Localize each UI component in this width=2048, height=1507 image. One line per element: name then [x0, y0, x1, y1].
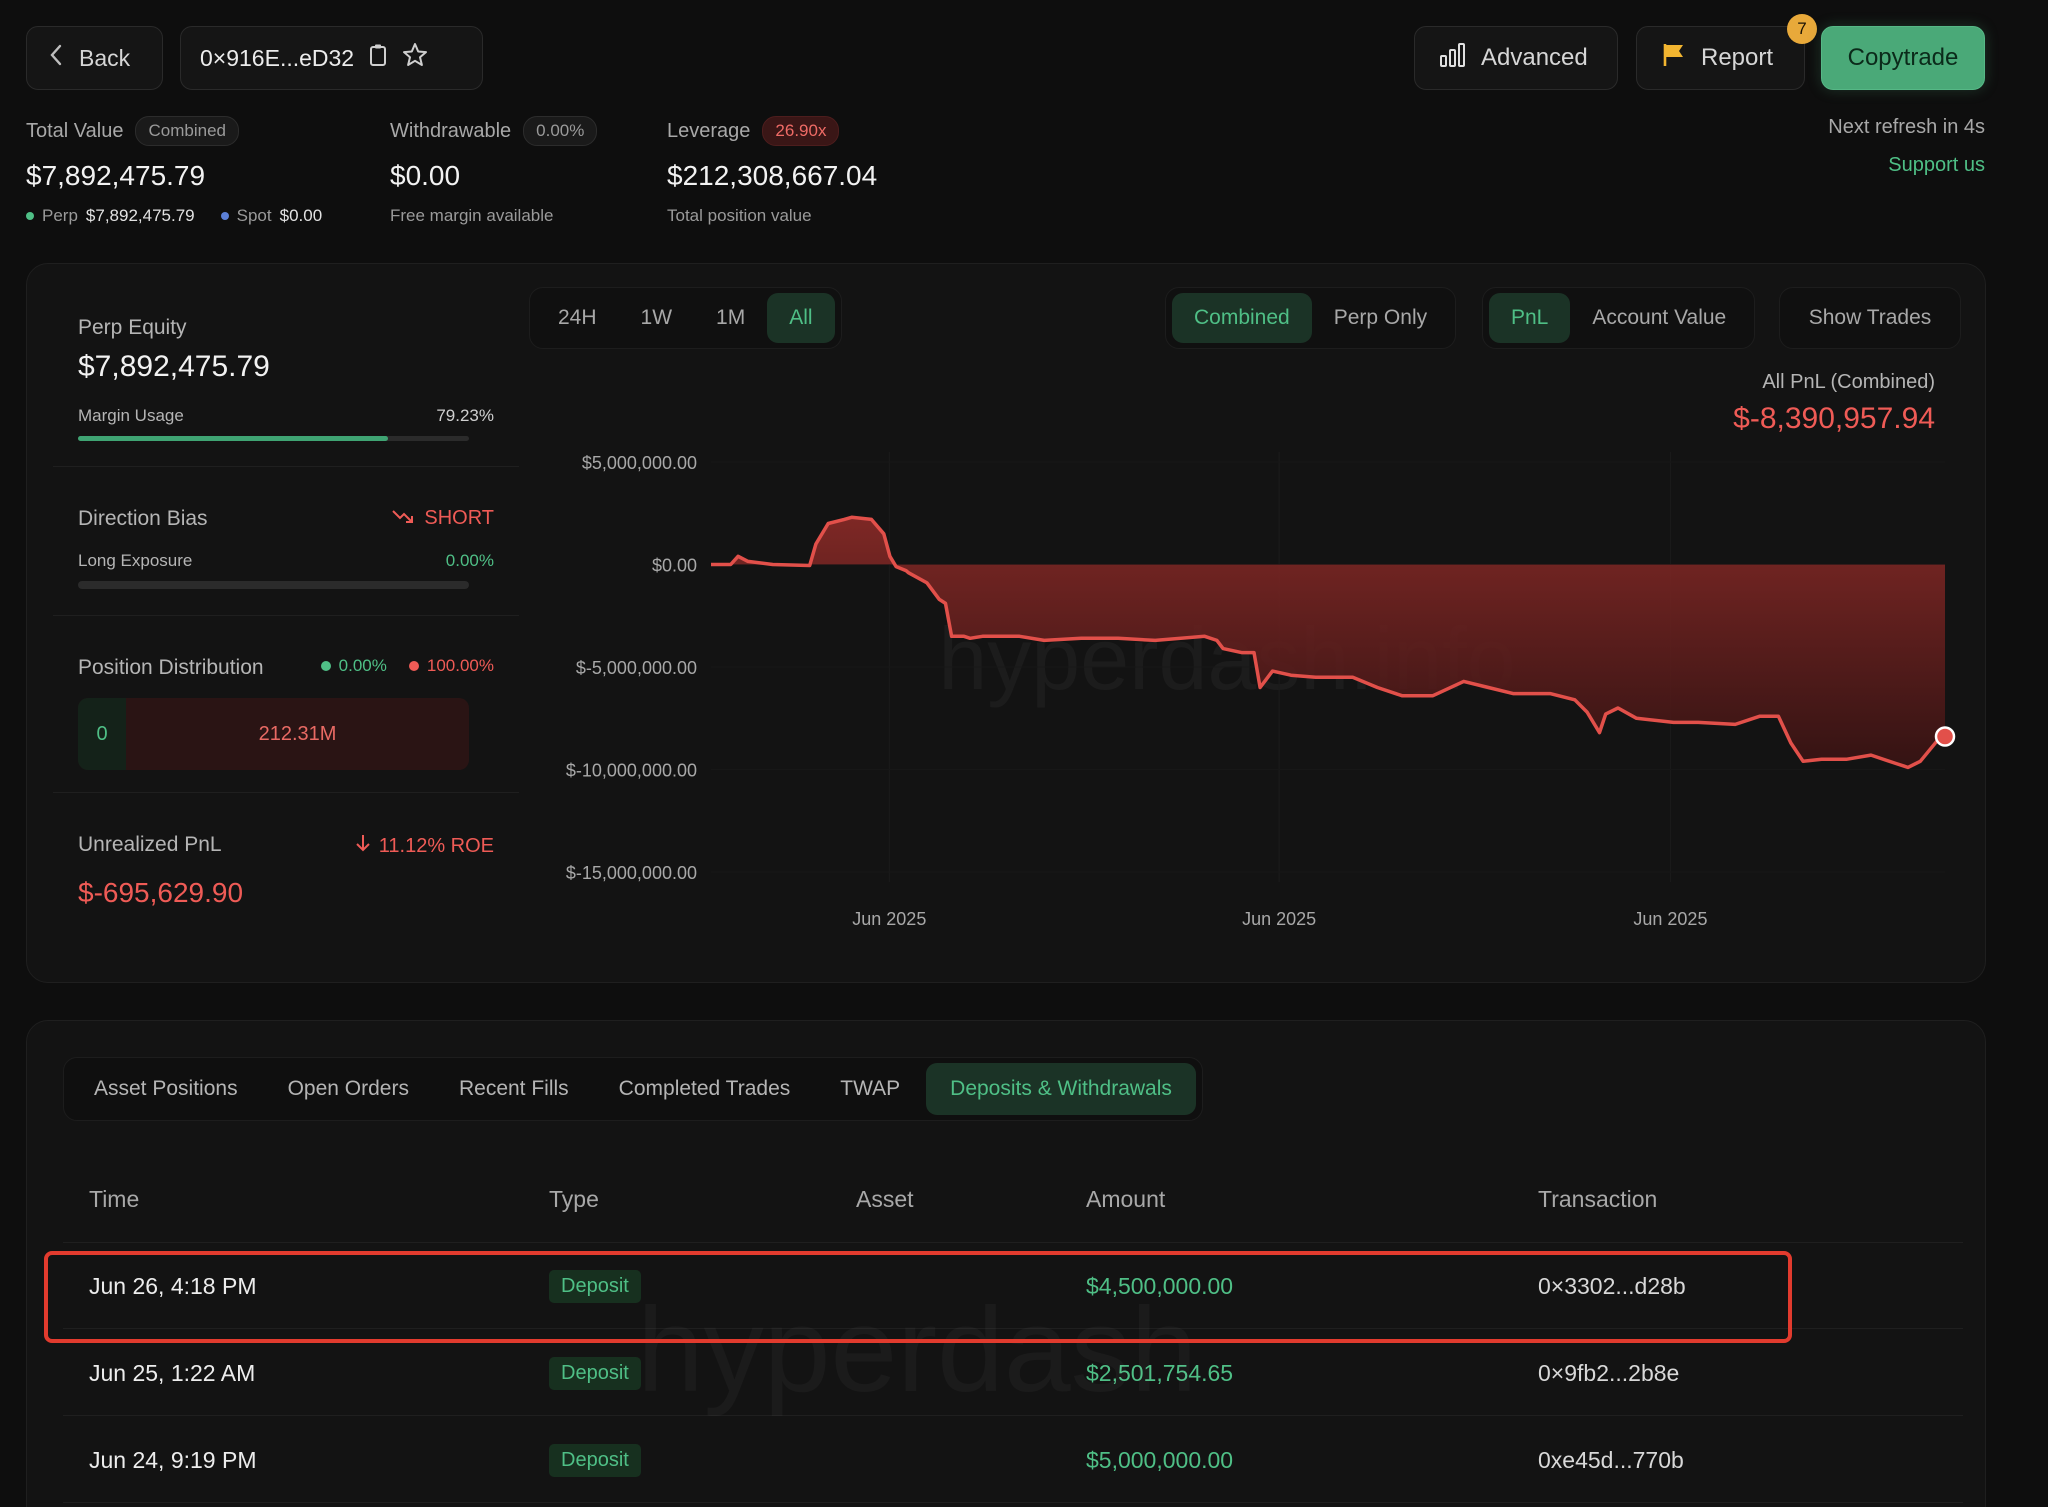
total-value-pill: Combined — [135, 116, 239, 146]
advanced-label: Advanced — [1481, 44, 1588, 71]
row-amount-cell: $5,000,000.00 — [1086, 1417, 1233, 1503]
notification-badge: 7 — [1787, 14, 1817, 44]
withdrawable-value: $0.00 — [390, 160, 461, 191]
report-button[interactable]: Report — [1636, 26, 1805, 90]
withdrawable-pill: 0.00% — [523, 116, 598, 146]
table-row[interactable]: Jun 25, 1:22 AM Deposit $2,501,754.65 0×9fb… — [63, 1330, 1963, 1416]
row-transaction-cell[interactable]: 0×3302...d28b — [1538, 1243, 1686, 1329]
copytrade-button[interactable]: Copytrade — [1821, 26, 1985, 90]
y-tick-label: $-10,000,000.00 — [566, 761, 697, 781]
bar-chart-icon — [1439, 42, 1467, 75]
refresh-countdown: Next refresh in 4s — [1828, 116, 1985, 138]
withdrawable-sub: Free margin available — [390, 206, 554, 225]
row-transaction-cell[interactable]: 0×9fb2...2b8e — [1538, 1330, 1679, 1416]
back-label: Back — [79, 44, 131, 71]
pnl-end-point — [1934, 726, 1956, 747]
leverage-value: $212,308,667.04 — [667, 160, 878, 191]
x-tick-label: Jun 2025 — [852, 909, 926, 929]
row-time-cell: Jun 26, 4:18 PM — [89, 1243, 257, 1329]
row-transaction: 0×9fb2...2b8e — [1538, 1359, 1680, 1386]
row-type: Deposit — [549, 1443, 641, 1477]
row-transaction: 0×3302...d28b — [1538, 1272, 1686, 1299]
tab-open-orders[interactable]: Open Orders — [264, 1063, 433, 1115]
row-time-cell: Jun 24, 9:19 PM — [89, 1417, 257, 1503]
top-bar: Back 0×916E...eD32 Advanced Report 7 Cop… — [26, 14, 1985, 90]
col-transaction: Transaction — [1538, 1186, 1658, 1212]
row-time: Jun 25, 1:22 AM — [89, 1359, 256, 1386]
col-type: Type — [549, 1186, 599, 1212]
back-button[interactable]: Back — [26, 26, 163, 90]
star-icon[interactable] — [402, 42, 428, 74]
spot-dot-icon — [220, 212, 229, 220]
pnl-area — [711, 517, 1945, 768]
leverage-pill: 26.90x — [762, 116, 840, 146]
tab-deposits-withdrawals[interactable]: Deposits & Withdrawals — [926, 1063, 1196, 1115]
total-value-stat: Total Value Combined $7,892,475.79 Perp $… — [26, 116, 322, 226]
row-amount-cell: $4,500,000.00 — [1086, 1243, 1233, 1329]
y-tick-label: $-5,000,000.00 — [576, 658, 697, 678]
total-value-label: Total Value — [26, 119, 124, 142]
row-time: Jun 26, 4:18 PM — [89, 1272, 257, 1299]
col-amount: Amount — [1086, 1186, 1166, 1212]
chevron-left-icon — [49, 44, 63, 72]
tab-recent-fills[interactable]: Recent Fills — [435, 1063, 593, 1115]
flag-icon — [1661, 42, 1687, 75]
table-row[interactable]: Jun 24, 9:19 PM Deposit $5,000,000.00 0xe45… — [63, 1417, 1963, 1503]
row-type: Deposit — [549, 1269, 641, 1303]
table-row[interactable]: Jun 26, 4:18 PM Deposit $4,500,000.00 0×330… — [63, 1243, 1963, 1329]
tab-twap[interactable]: TWAP — [816, 1063, 924, 1115]
col-time: Time — [89, 1186, 140, 1212]
wallet-address: 0×916E...eD32 — [200, 44, 355, 71]
withdrawable-label: Withdrawable — [390, 119, 512, 142]
total-value: $7,892,475.79 — [26, 160, 206, 191]
leverage-sub: Total position value — [667, 206, 812, 225]
row-amount: $5,000,000.00 — [1086, 1446, 1234, 1473]
row-amount-cell: $2,501,754.65 — [1086, 1330, 1233, 1416]
x-tick-label: Jun 2025 — [1242, 909, 1316, 929]
perp-dot-icon — [26, 212, 34, 220]
row-type-cell: Deposit — [549, 1417, 641, 1503]
spot-value: $0.00 — [279, 206, 323, 225]
withdrawable-stat: Withdrawable 0.00% $0.00 Free margin avai… — [390, 116, 598, 226]
row-type-cell: Deposit — [549, 1243, 641, 1329]
x-tick-label: Jun 2025 — [1633, 909, 1707, 929]
row-time-cell: Jun 25, 1:22 AM — [89, 1330, 255, 1416]
leverage-label: Leverage — [667, 119, 751, 142]
support-link[interactable]: Support us — [1888, 154, 1985, 177]
col-asset: Asset — [856, 1186, 914, 1212]
leverage-stat: Leverage 26.90x $212,308,667.04 Total pos… — [667, 116, 877, 226]
tab-completed-trades[interactable]: Completed Trades — [595, 1063, 815, 1115]
wallet-address-chip: 0×916E...eD32 — [180, 26, 483, 90]
tab-asset-positions[interactable]: Asset Positions — [70, 1063, 262, 1115]
y-tick-label: $0.00 — [652, 556, 697, 576]
row-type-cell: Deposit — [549, 1330, 641, 1416]
row-time: Jun 24, 9:19 PM — [89, 1446, 257, 1473]
row-transaction: 0xe45d...770b — [1538, 1446, 1684, 1473]
perp-value: $7,892,475.79 — [85, 206, 195, 225]
chart-panel: Perp Equity $7,892,475.79 Margin Usage 7… — [26, 263, 1986, 983]
perp-label: Perp — [42, 206, 78, 225]
report-label: Report — [1701, 44, 1774, 71]
advanced-button[interactable]: Advanced — [1414, 26, 1618, 90]
y-tick-label: $-15,000,000.00 — [566, 863, 697, 883]
row-amount: $4,500,000.00 — [1086, 1272, 1234, 1299]
row-amount: $2,501,754.65 — [1086, 1359, 1234, 1386]
spot-label: Spot — [236, 206, 272, 225]
pnl-chart: hyperdash.info$5,000,000.00$0.00$-5,000,… — [566, 452, 1956, 929]
y-tick-label: $5,000,000.00 — [582, 453, 697, 473]
row-type: Deposit — [549, 1356, 641, 1390]
copy-icon[interactable] — [368, 43, 388, 73]
table-panel: Asset Positions Open Orders Recent Fills Co… — [26, 1020, 1986, 1507]
row-transaction-cell[interactable]: 0xe45d...770b — [1538, 1417, 1684, 1503]
table-tabs: Asset Positions Open Orders Recent Fills Co… — [63, 1057, 1203, 1121]
